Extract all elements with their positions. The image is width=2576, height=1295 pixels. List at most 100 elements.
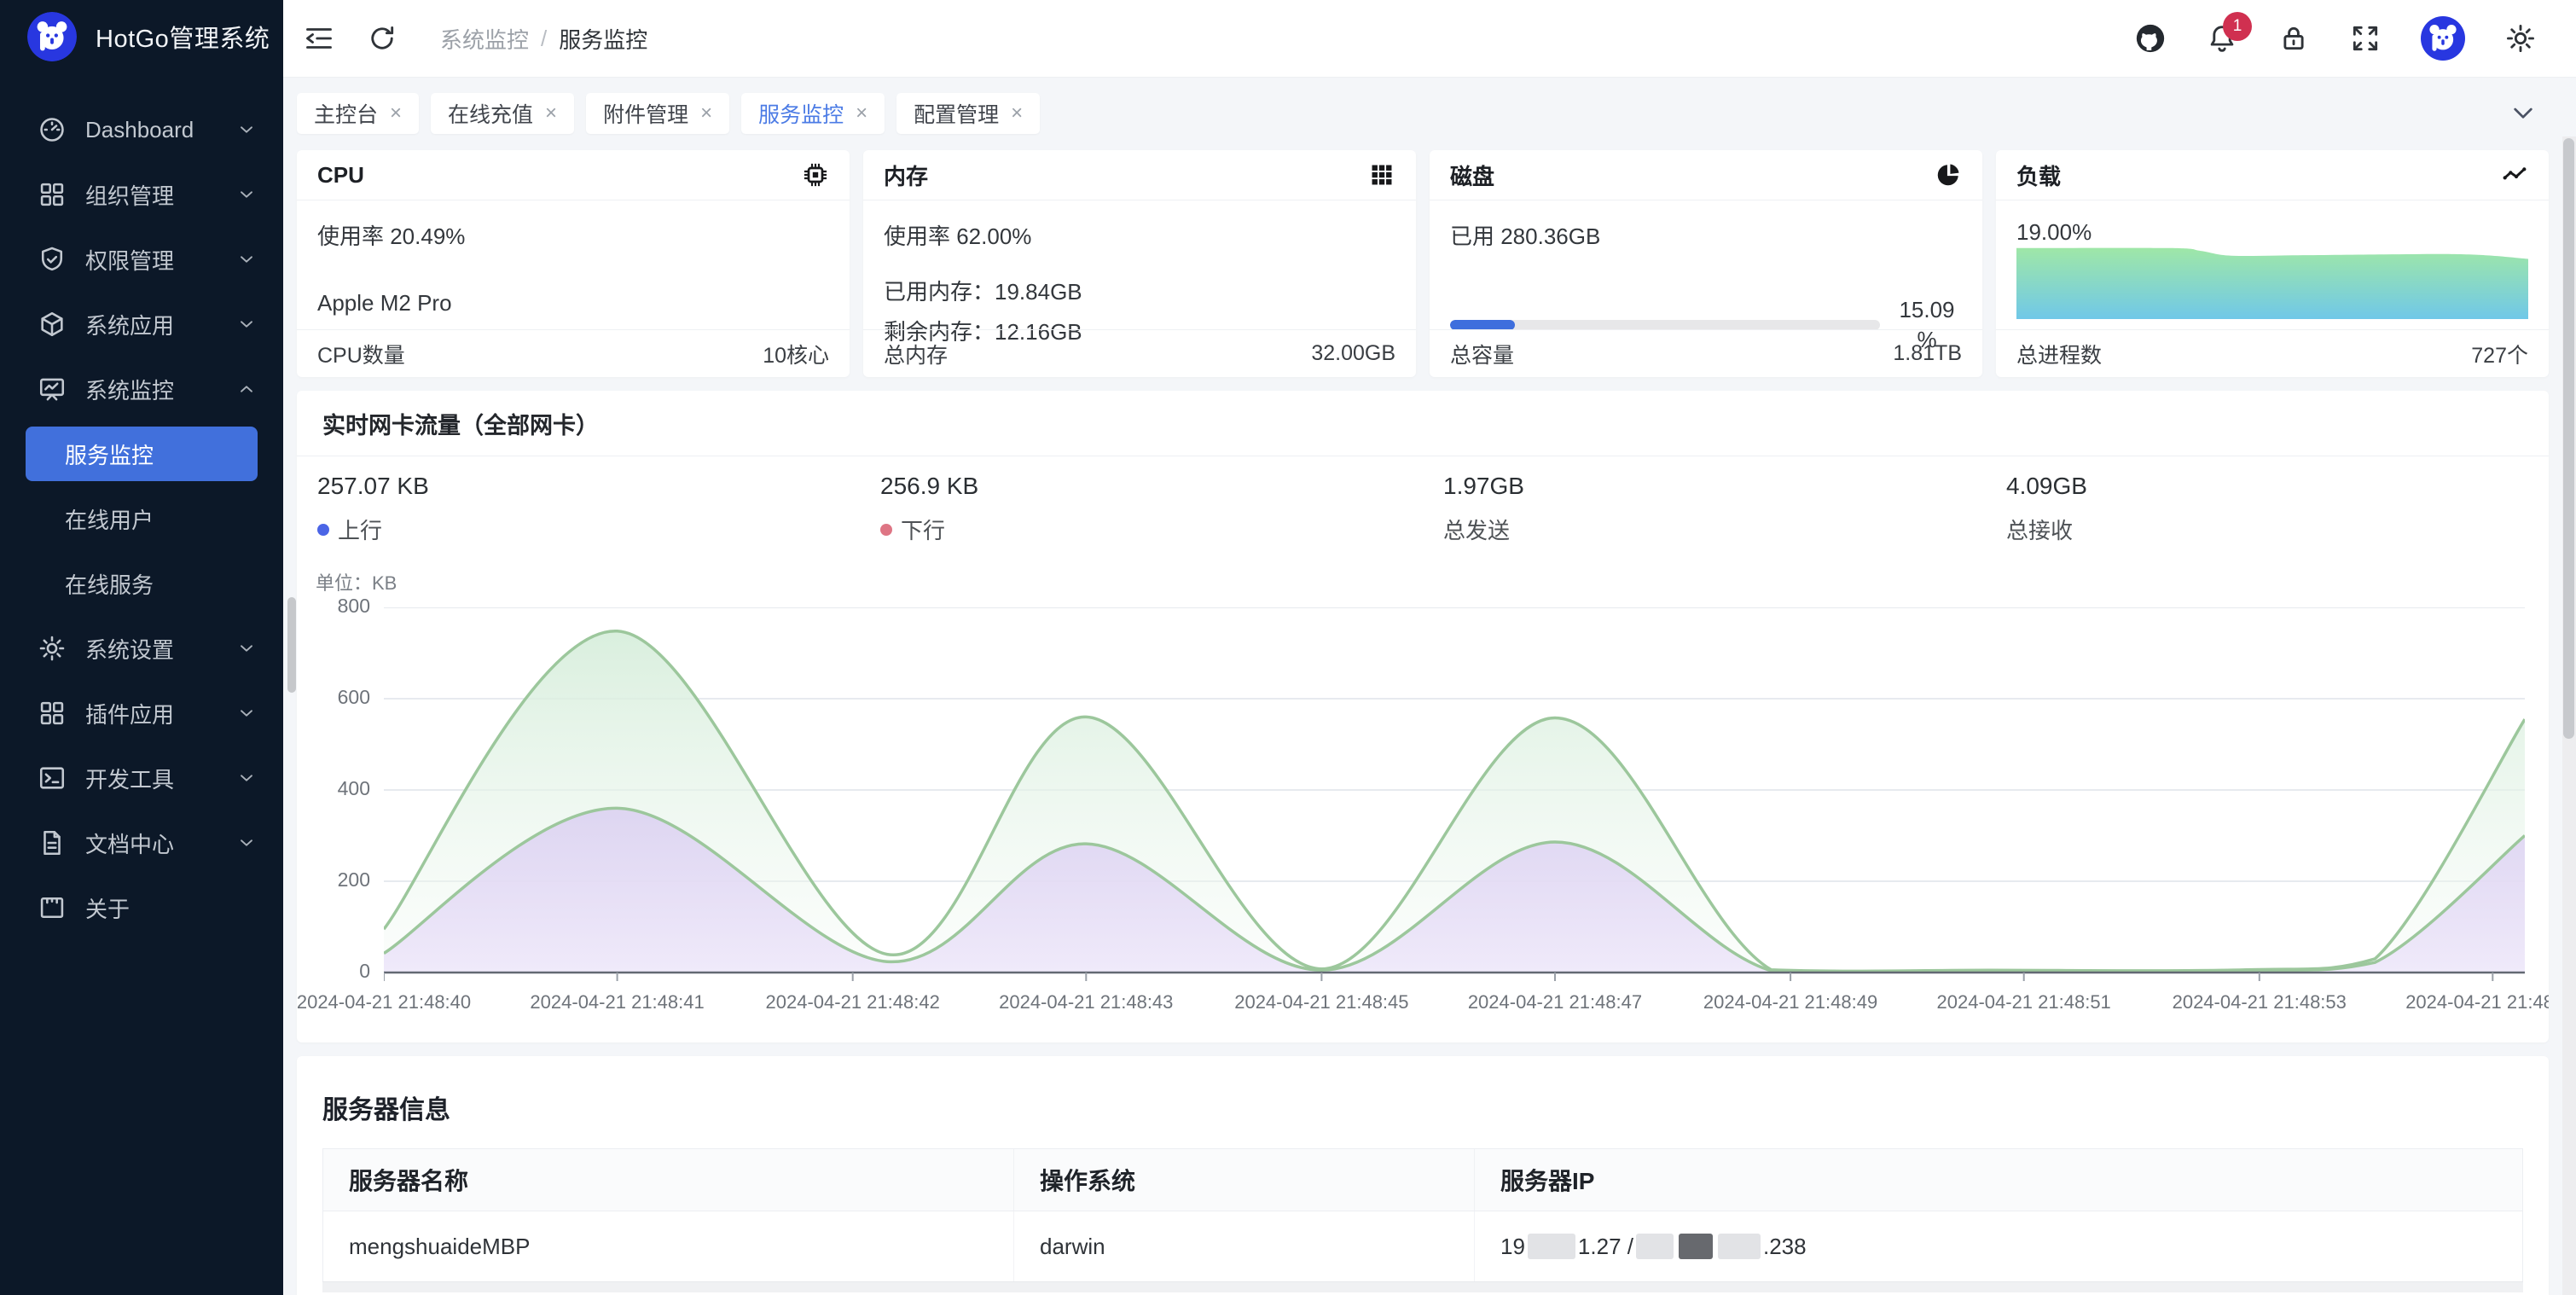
avatar[interactable] <box>2421 16 2465 61</box>
chevron-down-icon <box>235 832 258 854</box>
y-tick-600: 600 <box>297 686 370 709</box>
traffic-title: 实时网卡流量（全部网卡） <box>297 391 2549 456</box>
tab-close-icon[interactable]: × <box>545 102 557 125</box>
sidebar-item-label: 组织管理 <box>85 179 235 211</box>
server-table: 服务器名称操作系统服务器IPmengshuaideMBPdarwin191.27… <box>322 1148 2523 1281</box>
ip-redaction-block <box>1718 1234 1761 1259</box>
legend-dot <box>317 524 329 536</box>
disk-used: 已用 280.36GB <box>1450 219 1962 251</box>
right-scrollbar-thumb[interactable] <box>2563 138 2574 739</box>
memory-footer-value: 32.00GB <box>1311 341 1395 366</box>
tab-close-icon[interactable]: × <box>1011 102 1023 125</box>
x-tick-label: 2024-04-21 21:48:42 <box>766 991 940 1013</box>
sidebar-item-settings[interactable]: 系统设置 <box>0 616 283 681</box>
tab-服务监控[interactable]: 服务监控 × <box>741 93 885 134</box>
fullscreen-icon[interactable] <box>2349 22 2382 55</box>
tab-label: 在线充值 <box>448 98 533 129</box>
cpu-card-title: CPU <box>317 162 364 189</box>
sidebar-item-label: 系统应用 <box>85 309 235 340</box>
server-name-cell: mengshuaideMBP <box>323 1211 1014 1281</box>
load-spark-chart <box>2016 239 2528 319</box>
disk-card: 磁盘 已用 280.36GB 15.09% 总容量 1.81TB <box>1430 150 1982 377</box>
x-tick-label: 2024-04-21 21:48:55 <box>2405 991 2549 1013</box>
column-header-服务器名称: 服务器名称 <box>323 1149 1014 1211</box>
terminal-icon <box>38 764 67 793</box>
stat-value: 256.9 KB <box>880 473 1423 500</box>
server-info-panel: 服务器信息 服务器名称操作系统服务器IPmengshuaideMBPdarwin… <box>297 1056 2549 1295</box>
ip-redaction-block <box>1636 1234 1674 1259</box>
sidebar-item-about[interactable]: 关于 <box>0 875 283 940</box>
github-icon[interactable] <box>2134 22 2167 55</box>
sidebar-item-docs[interactable]: 文档中心 <box>0 810 283 875</box>
breadcrumb-current[interactable]: 服务监控 <box>559 23 647 55</box>
chevron-down-icon <box>235 313 258 335</box>
cpu-card: CPU 使用率 20.49% Apple M2 Pro CPU数量 10核心 <box>297 150 850 377</box>
tab-附件管理[interactable]: 附件管理× <box>586 93 729 134</box>
chevron-down-icon <box>235 183 258 206</box>
menu-fold-icon[interactable] <box>304 23 334 54</box>
koala-logo-icon <box>27 12 77 61</box>
bell-icon[interactable]: 1 <box>2206 22 2238 55</box>
lock-icon[interactable] <box>2277 22 2310 55</box>
traffic-stat-上行: 257.07 KB上行 <box>297 473 860 545</box>
x-axis-labels: 2024-04-21 21:48:402024-04-21 21:48:4120… <box>297 991 2549 1019</box>
app-title: HotGo管理系统 <box>96 19 270 55</box>
traffic-stat-总接收: 4.09GB总接收 <box>1986 473 2549 545</box>
tab-主控台[interactable]: 主控台× <box>297 93 419 134</box>
sidebar-item-devtools[interactable]: 开发工具 <box>0 746 283 810</box>
pie-icon <box>1935 161 1962 189</box>
sidebar-item-label: 关于 <box>85 892 258 924</box>
tab-close-icon[interactable]: × <box>856 102 867 125</box>
sidebar-subitem-在线服务[interactable]: 在线服务 <box>0 551 283 616</box>
ip-text: 19 <box>1500 1234 1525 1260</box>
gear-icon <box>38 634 67 663</box>
column-header-服务器IP: 服务器IP <box>1475 1149 2522 1211</box>
disk-footer-value: 1.81TB <box>1893 341 1962 366</box>
y-tick-200: 200 <box>297 868 370 891</box>
table-row: mengshuaideMBPdarwin 19 1.27 / .238 <box>323 1211 2522 1281</box>
chevron-down-icon <box>235 767 258 789</box>
settings-gear-icon[interactable] <box>2504 22 2537 55</box>
cpu-chip-icon <box>802 161 829 189</box>
x-tick-label: 2024-04-21 21:48:45 <box>1234 991 1408 1013</box>
ip-text: .238 <box>1763 1234 1807 1260</box>
memory-grid-icon <box>1368 161 1395 189</box>
breadcrumb-separator: / <box>541 26 547 52</box>
refresh-icon[interactable] <box>367 23 397 54</box>
x-tick-label: 2024-04-21 21:48:41 <box>530 991 704 1013</box>
x-tick-label: 2024-04-21 21:48:47 <box>1468 991 1642 1013</box>
sidebar-item-label: 系统设置 <box>85 633 235 665</box>
cpu-footer-value: 10核心 <box>763 339 829 369</box>
ip-redaction-block <box>1528 1234 1575 1259</box>
header-actions: 1 <box>2134 16 2576 61</box>
tab-label: 服务监控 <box>758 98 844 129</box>
server-ip-cell: 19 1.27 / .238 <box>1475 1211 2522 1281</box>
sidebar-item-label: 开发工具 <box>85 763 235 794</box>
breadcrumb-parent[interactable]: 系统监控 <box>440 23 529 55</box>
sidebar-item-plugin[interactable]: 插件应用 <box>0 681 283 746</box>
content-scrollbar-thumb[interactable] <box>287 597 296 693</box>
top-header: 系统监控 / 服务监控 1 <box>283 0 2576 78</box>
y-tick-0: 0 <box>297 960 370 983</box>
traffic-stats: 257.07 KB上行256.9 KB下行1.97GB总发送4.09GB总接收 <box>297 473 2549 545</box>
sidebar-item-org[interactable]: 组织管理 <box>0 162 283 227</box>
ip-text: 1.27 / <box>1578 1234 1633 1260</box>
tab-配置管理[interactable]: 配置管理× <box>896 93 1040 134</box>
load-footer-value: 727个 <box>2471 339 2528 369</box>
sidebar-item-dashboard[interactable]: Dashboard <box>0 97 283 162</box>
cpu-footer-label: CPU数量 <box>317 339 405 369</box>
sidebar: HotGo管理系统 Dashboard组织管理权限管理系统应用系统监控服务监控在… <box>0 0 283 1295</box>
sidebar-subitem-在线用户[interactable]: 在线用户 <box>0 486 283 551</box>
tabs-chevron-down-icon[interactable] <box>2509 99 2537 126</box>
sidebar-subitem-服务监控[interactable]: 服务监控 <box>26 427 258 481</box>
server-os-cell: darwin <box>1014 1211 1475 1281</box>
sidebar-item-perm[interactable]: 权限管理 <box>0 227 283 292</box>
tab-close-icon[interactable]: × <box>700 102 712 125</box>
stat-label: 总发送 <box>1443 514 1510 545</box>
tab-在线充值[interactable]: 在线充值 × <box>431 93 574 134</box>
memory-usage: 使用率 62.00% <box>884 219 1395 251</box>
sidebar-item-monitor[interactable]: 系统监控 <box>0 357 283 421</box>
sidebar-item-sysapp[interactable]: 系统应用 <box>0 292 283 357</box>
tab-close-icon[interactable]: × <box>390 102 402 125</box>
about-icon <box>38 893 67 922</box>
